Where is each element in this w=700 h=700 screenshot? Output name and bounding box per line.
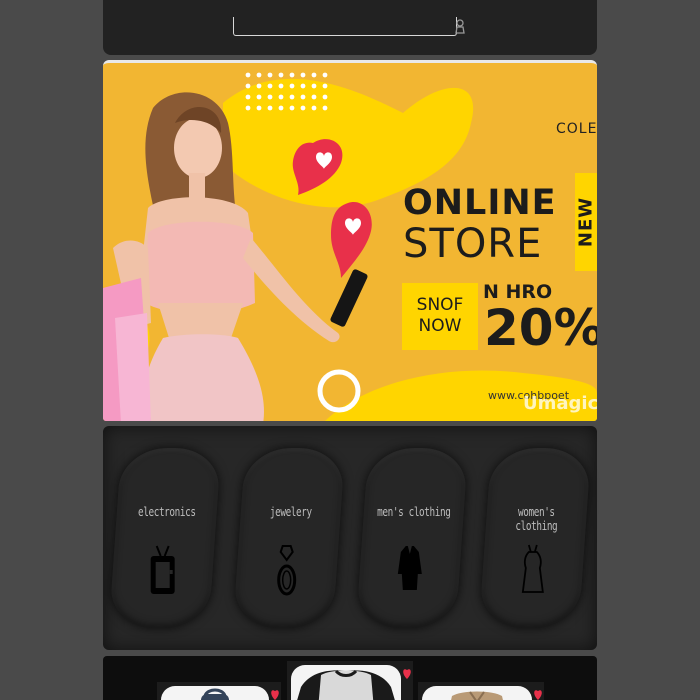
heart-icon[interactable] — [534, 688, 542, 700]
ring-icon — [277, 545, 297, 596]
heart-icon[interactable] — [271, 688, 279, 700]
jacket-image — [451, 691, 503, 700]
category-label: electronics — [137, 505, 196, 519]
product-image — [161, 686, 269, 700]
category-womens-clothing[interactable]: women's clothing — [478, 448, 592, 628]
promo-banner[interactable]: COLE ONLINE STORE NEW SNOF NOW N HRO 20%… — [103, 60, 597, 421]
product-image — [422, 686, 532, 700]
shirt-icon — [397, 546, 422, 590]
category-label: men's clothing — [377, 505, 451, 519]
shop-now-label: SNOF NOW — [416, 295, 464, 336]
backpack-image — [201, 688, 229, 700]
banner-title-online: ONLINE — [403, 183, 557, 223]
search-input[interactable] — [234, 18, 456, 36]
banner-collection-text: COLE — [556, 121, 597, 137]
shop-now-button[interactable]: SNOF NOW — [402, 283, 478, 350]
banner-title-store: STORE — [403, 221, 543, 267]
category-jewelery[interactable]: jewelery — [232, 448, 346, 628]
product-card-jacket[interactable] — [418, 682, 544, 700]
new-badge-label: NEW — [575, 196, 597, 248]
ring-shape — [317, 369, 361, 413]
category-electronics[interactable]: electronics — [108, 448, 222, 628]
category-label: jewelery — [269, 505, 312, 519]
search-box[interactable] — [233, 17, 457, 36]
dress-icon — [521, 544, 544, 593]
shirt-image — [297, 669, 395, 700]
offer-percent: 20% — [484, 299, 597, 357]
category-mens-clothing[interactable]: men's clothing — [355, 448, 469, 628]
heart-icon[interactable] — [403, 667, 411, 679]
product-image — [291, 665, 401, 700]
product-card-backpack[interactable] — [157, 682, 281, 700]
category-section: electronics jewelery men's clothing wome… — [103, 426, 597, 650]
watermark: Umagic — [523, 393, 597, 414]
category-label: women's clothing — [515, 505, 558, 533]
product-strip — [103, 656, 597, 700]
header-bar — [103, 0, 597, 55]
new-badge: NEW — [575, 173, 597, 271]
product-card-shirt[interactable] — [287, 661, 413, 700]
tv-icon — [150, 545, 175, 594]
user-icon[interactable] — [454, 18, 466, 34]
